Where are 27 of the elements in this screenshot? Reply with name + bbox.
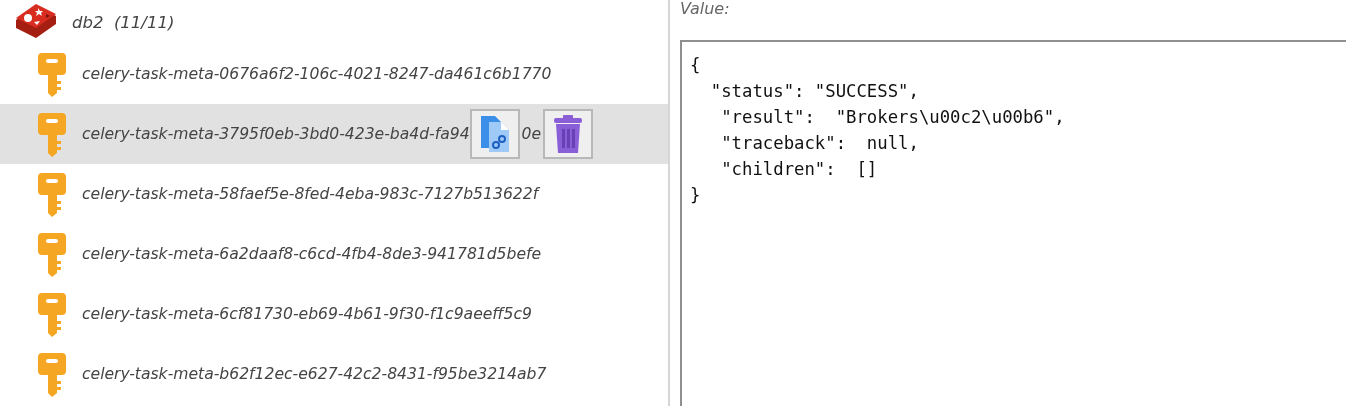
key-icon xyxy=(38,111,66,157)
code-line: "children": [] xyxy=(720,158,879,181)
value-label: Value: xyxy=(680,0,731,20)
code-line: "result": "Brokers\u00c2\u00b6", xyxy=(720,106,1066,129)
database-name[interactable]: db2 (11/11) xyxy=(72,12,175,32)
key-icon xyxy=(38,171,66,217)
key-name: celery-task-meta-58faef5e-8fed-4eba-983c-7127b513622f xyxy=(82,185,539,203)
key-icon xyxy=(38,291,66,337)
code-line: } xyxy=(690,184,702,207)
key-icon xyxy=(38,231,66,277)
key-name: 0e xyxy=(521,125,542,143)
key-name: celery-task-meta-0676a6f2-106c-4021-8247-da461c6b1770 xyxy=(82,65,552,83)
code-line: "status": "SUCCESS", xyxy=(709,80,920,103)
key-row[interactable]: celery-task-meta-3795f0eb-3bd0-423e-ba4d-fa94 0e xyxy=(0,104,668,164)
value-editor[interactable]: { "status": "SUCCESS", "result": "Brokers\u00c2\u00b6", "traceback": null, "children": [] } xyxy=(680,40,1346,406)
key-name: celery-task-meta-b62f12ec-e627-42c2-8431-f95be3214ab7 xyxy=(82,365,547,383)
key-icon xyxy=(38,351,66,397)
key-name: celery-task-meta-6cf81730-eb69-4b61-9f30-f1c9aeeff5c9 xyxy=(82,305,532,323)
code-line: { xyxy=(690,54,702,77)
key-name: celery-task-meta-3795f0eb-3bd0-423e-ba4d-fa94 xyxy=(82,125,470,143)
copy-button[interactable] xyxy=(469,109,520,159)
key-icon xyxy=(38,51,66,97)
key-name: celery-task-meta-6a2daaf8-c6cd-4fb4-8de3-941781d5befe xyxy=(82,245,542,263)
copy-link-icon xyxy=(478,114,511,154)
delete-button[interactable] xyxy=(543,109,594,159)
code-line: "traceback": null, xyxy=(720,132,920,155)
trash-icon xyxy=(553,115,584,153)
